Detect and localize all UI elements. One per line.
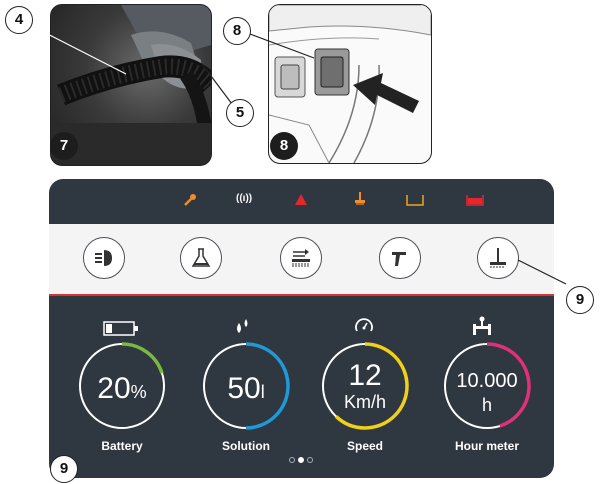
warning-icon	[294, 193, 308, 211]
spray-gun-icon	[392, 252, 406, 266]
headlight-icon	[95, 250, 112, 266]
detergent-flask-icon	[191, 248, 211, 267]
tank-full-icon	[466, 193, 484, 211]
hour-meter-icon	[471, 315, 493, 342]
brush-pressure-icon	[292, 249, 310, 267]
speed-value: 12 Km/h	[319, 361, 411, 413]
battery-value: 20%	[76, 372, 168, 406]
leader-line-9	[516, 258, 570, 288]
tank-empty-icon	[406, 193, 424, 211]
mode-buttons-bar	[49, 224, 554, 296]
wrench-icon	[183, 193, 197, 212]
hour-meter-label: Hour meter	[454, 439, 519, 453]
callout-9: 9	[566, 286, 594, 314]
page-indicator[interactable]	[289, 456, 319, 464]
speed-unit: Km/h	[343, 392, 386, 412]
water-drops-icon	[233, 317, 253, 342]
speed-label: Speed	[346, 439, 383, 453]
wireless-icon: ((ı))	[236, 193, 253, 204]
battery-number: 20	[97, 372, 131, 405]
page-dot[interactable]	[307, 457, 313, 463]
page-dot[interactable]	[298, 457, 304, 463]
leader-line-8	[248, 32, 318, 62]
headlight-button[interactable]	[83, 237, 125, 279]
step-badge-8: 8	[270, 132, 298, 160]
battery-icon	[103, 321, 141, 342]
detergent-button[interactable]	[180, 237, 222, 279]
squeegee-button[interactable]	[477, 237, 519, 279]
page-dot[interactable]	[289, 457, 295, 463]
speedometer-icon	[354, 317, 374, 342]
battery-label: Battery	[101, 439, 143, 453]
battery-unit: %	[130, 382, 147, 402]
leader-line-4	[22, 20, 132, 80]
callout-5: 5	[226, 99, 254, 127]
step-badge-7: 7	[50, 132, 78, 160]
brush-icon	[354, 191, 366, 211]
step-callout-9: 9	[50, 455, 78, 483]
squeegee-icon	[490, 248, 506, 268]
hour-meter-value: 10.000 h	[441, 369, 533, 417]
solution-number: 50	[227, 372, 261, 405]
solution-value: 50l	[200, 372, 292, 406]
brush-pressure-button[interactable]	[280, 237, 322, 279]
solution-unit: l	[260, 382, 265, 402]
hour-meter-number: 10.000	[456, 370, 518, 392]
status-bar: ((ı))	[49, 179, 554, 224]
callout-4: 4	[5, 6, 33, 34]
machine-display-panel: ((ı)) 20% 50l 12 Km/h 10.000 h Battery S…	[49, 179, 554, 478]
callout-8: 8	[223, 17, 251, 45]
solution-label: Solution	[222, 439, 270, 453]
spray-gun-button[interactable]	[379, 237, 421, 279]
speed-number: 12	[348, 359, 382, 392]
hour-meter-unit: h	[481, 395, 492, 415]
